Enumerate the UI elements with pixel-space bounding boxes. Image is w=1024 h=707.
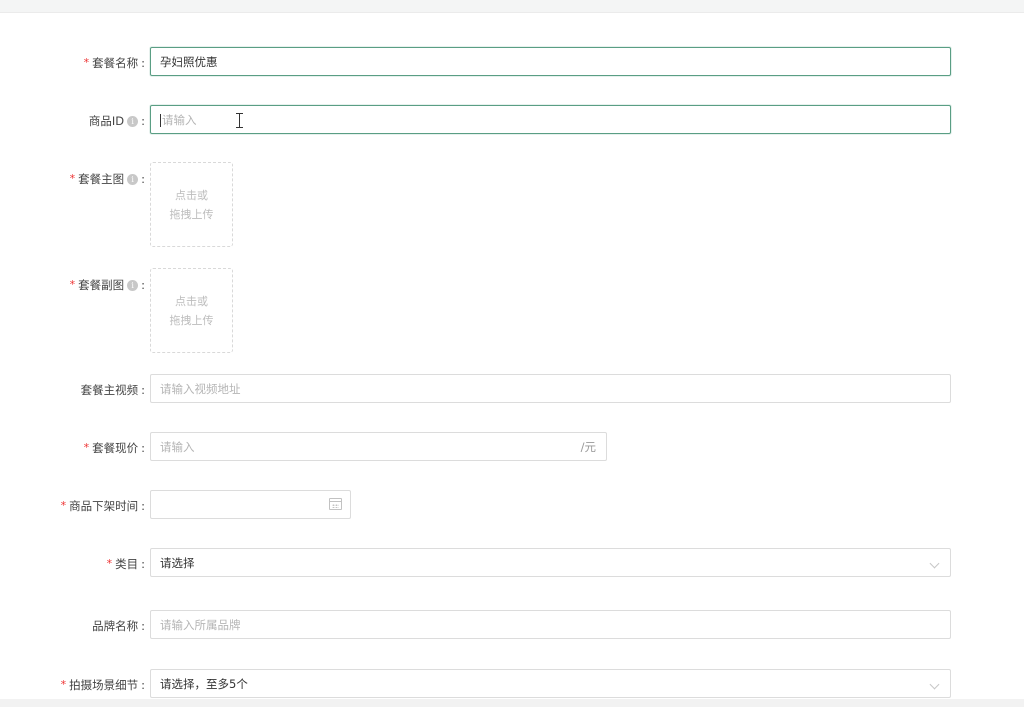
top-bar bbox=[0, 0, 1024, 13]
required-mark: * bbox=[106, 557, 113, 570]
required-mark: * bbox=[83, 56, 90, 69]
main-video-input[interactable]: 请输入视频地址 bbox=[150, 374, 951, 403]
package-name-value: 孕妇照优惠 bbox=[160, 55, 218, 69]
package-name-label: * 套餐名称: bbox=[84, 48, 145, 78]
product-id-label: 商品ID i: bbox=[88, 114, 145, 128]
brand-name-label: 品牌名称: bbox=[92, 619, 145, 633]
price-unit-suffix: /元 bbox=[580, 440, 596, 454]
package-name-input[interactable]: 孕妇照优惠 bbox=[150, 47, 951, 76]
main-image-label: * 套餐主图 i: bbox=[70, 164, 145, 194]
required-mark: * bbox=[60, 499, 67, 512]
chevron-down-icon bbox=[929, 679, 940, 690]
main-video-label: 套餐主视频: bbox=[80, 383, 145, 397]
required-mark: * bbox=[83, 441, 90, 454]
offline-time-picker[interactable] bbox=[150, 490, 351, 519]
bottom-bar bbox=[0, 699, 1024, 707]
offline-time-label: * 商品下架时间: bbox=[61, 491, 145, 521]
shooting-scene-label: * 拍摄场景细节: bbox=[61, 670, 145, 700]
sub-image-label: * 套餐副图 i: bbox=[70, 270, 145, 300]
shooting-scene-select[interactable]: 请选择，至多5个 bbox=[150, 669, 951, 698]
info-circle-icon[interactable]: i bbox=[127, 279, 139, 291]
text-caret bbox=[160, 114, 161, 127]
required-mark: * bbox=[60, 678, 67, 691]
category-select[interactable]: 请选择 bbox=[150, 548, 951, 577]
category-label: * 类目: bbox=[107, 549, 145, 579]
current-price-input[interactable]: 请输入 /元 bbox=[150, 432, 607, 461]
chevron-down-icon bbox=[929, 558, 940, 569]
text-cursor-icon bbox=[236, 113, 244, 128]
main-image-uploader[interactable]: 点击或 拖拽上传 bbox=[150, 162, 233, 247]
calendar-icon[interactable] bbox=[329, 498, 342, 510]
info-circle-icon[interactable]: i bbox=[127, 173, 139, 185]
product-id-input[interactable]: 请输入 bbox=[150, 105, 951, 134]
sub-image-uploader[interactable]: 点击或 拖拽上传 bbox=[150, 268, 233, 353]
brand-name-input[interactable]: 请输入所属品牌 bbox=[150, 610, 951, 639]
current-price-label: * 套餐现价: bbox=[84, 433, 145, 463]
required-mark: * bbox=[69, 172, 76, 185]
required-mark: * bbox=[69, 278, 76, 291]
info-circle-icon[interactable]: i bbox=[127, 115, 139, 127]
